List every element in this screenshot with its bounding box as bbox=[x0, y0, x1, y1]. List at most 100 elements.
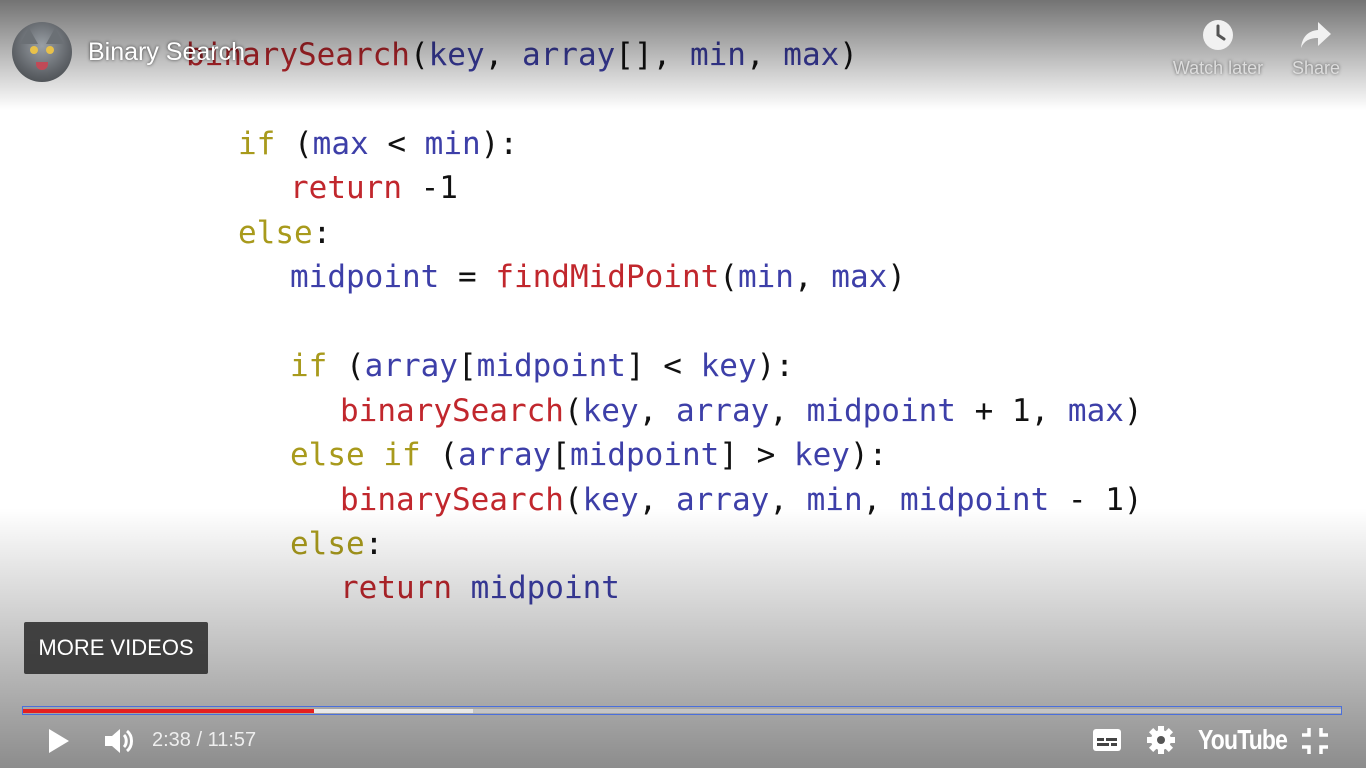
watch-later-label: Watch later bbox=[1172, 58, 1264, 78]
gear-icon bbox=[1147, 726, 1175, 754]
code-token: min bbox=[424, 126, 481, 162]
code-token: array bbox=[364, 348, 458, 384]
code-token: , bbox=[862, 482, 900, 518]
code-line: return midpoint bbox=[340, 566, 620, 610]
code-token: min bbox=[689, 37, 746, 73]
code-token: if bbox=[290, 348, 328, 384]
code-token: , bbox=[745, 37, 784, 73]
code-token: binarySearch bbox=[340, 393, 564, 429]
code-token: ( bbox=[563, 482, 583, 518]
volume-icon bbox=[105, 729, 133, 753]
video-title[interactable]: Binary Search bbox=[88, 38, 245, 67]
code-line: midpoint = findMidPoint(min, max) bbox=[290, 255, 906, 299]
code-line: binarySearch(key, array, min, midpoint -… bbox=[340, 478, 1143, 522]
youtube-logo[interactable]: YouTube bbox=[1198, 724, 1288, 756]
code-token: array bbox=[521, 37, 616, 73]
code-token: binarySearch bbox=[340, 482, 564, 518]
code-token: : bbox=[312, 215, 332, 251]
cat-eye-icon bbox=[46, 46, 54, 54]
code-token: key bbox=[793, 437, 850, 473]
code-token: ): bbox=[849, 437, 888, 473]
code-token: midpoint bbox=[569, 437, 720, 473]
code-token: if bbox=[238, 126, 276, 162]
code-token: return bbox=[340, 570, 452, 606]
subtitles-icon bbox=[1093, 729, 1121, 751]
code-token: ): bbox=[480, 126, 518, 162]
cat-eye-icon bbox=[30, 46, 38, 54]
play-icon bbox=[49, 729, 69, 753]
code-line: binarySearch(key, array, midpoint + 1, m… bbox=[340, 389, 1143, 433]
code-token: key bbox=[582, 393, 639, 429]
code-token: + 1, bbox=[955, 393, 1068, 429]
more-videos-button[interactable]: MORE VIDEOS bbox=[24, 622, 208, 674]
share-label: Share bbox=[1291, 58, 1341, 78]
code-token: < bbox=[368, 126, 425, 162]
code-token: midpoint bbox=[899, 482, 1050, 518]
code-token: : bbox=[364, 526, 384, 562]
code-token: max bbox=[783, 37, 840, 73]
code-token: midpoint bbox=[470, 570, 620, 606]
code-token: , bbox=[769, 482, 807, 518]
video-player[interactable]: binarySearch(key, array[], min, max) if (… bbox=[0, 0, 1366, 768]
volume-button[interactable] bbox=[102, 724, 136, 763]
progress-played bbox=[23, 709, 314, 713]
code-token: -1 bbox=[401, 170, 458, 206]
code-token: key bbox=[700, 348, 757, 384]
code-token: ) bbox=[1123, 393, 1143, 429]
watch-later-button[interactable]: Watch later bbox=[1168, 18, 1268, 79]
progress-bar[interactable] bbox=[22, 706, 1342, 715]
code-line: return -1 bbox=[290, 166, 458, 210]
code-token: ( bbox=[327, 348, 365, 384]
share-arrow-icon bbox=[1301, 22, 1331, 48]
code-token: array bbox=[675, 393, 770, 429]
code-token: max bbox=[1067, 393, 1124, 429]
code-token: ( bbox=[275, 126, 313, 162]
code-token: , bbox=[638, 482, 676, 518]
cat-mouth-icon bbox=[36, 62, 48, 70]
code-line: if (max < min): bbox=[238, 122, 518, 166]
cat-ear-icon bbox=[46, 28, 64, 44]
code-token: return bbox=[290, 170, 402, 206]
code-token: min bbox=[737, 259, 794, 295]
code-token: midpoint bbox=[476, 348, 626, 384]
cat-ear-icon bbox=[20, 28, 38, 44]
code-token: else if bbox=[290, 437, 421, 473]
code-token: key bbox=[428, 37, 485, 73]
code-line: else: bbox=[238, 211, 331, 255]
code-token: ] < bbox=[625, 348, 701, 384]
code-token: else bbox=[238, 215, 313, 251]
play-button[interactable] bbox=[46, 726, 72, 761]
code-token: min bbox=[806, 482, 863, 518]
code-token: , bbox=[769, 393, 807, 429]
code-token: ( bbox=[409, 37, 429, 73]
code-token: ): bbox=[756, 348, 794, 384]
code-token: ( bbox=[563, 393, 583, 429]
code-token: array bbox=[675, 482, 770, 518]
code-token: - 1) bbox=[1049, 482, 1143, 518]
code-token: , bbox=[793, 259, 832, 295]
code-line: else if (array[midpoint] > key): bbox=[290, 433, 887, 477]
exit-fullscreen-button[interactable] bbox=[1300, 726, 1330, 761]
code-token: ( bbox=[420, 437, 458, 473]
settings-button[interactable] bbox=[1146, 725, 1176, 760]
code-token: max bbox=[831, 259, 888, 295]
code-line: if (array[midpoint] < key): bbox=[290, 344, 794, 388]
channel-avatar[interactable] bbox=[12, 22, 72, 82]
exit-fullscreen-icon bbox=[1302, 728, 1328, 754]
share-button[interactable]: Share bbox=[1266, 18, 1366, 79]
time-display: 2:38 / 11:57 bbox=[152, 729, 257, 751]
code-token: else bbox=[290, 526, 365, 562]
code-token: [ bbox=[457, 348, 477, 384]
subtitles-button[interactable] bbox=[1092, 726, 1122, 759]
code-token: midpoint bbox=[806, 393, 956, 429]
code-line: else: bbox=[290, 522, 383, 566]
code-token: findMidPoint bbox=[495, 259, 720, 295]
code-token: key bbox=[582, 482, 639, 518]
code-token: ] > bbox=[719, 437, 794, 473]
code-token: [], bbox=[615, 37, 690, 73]
code-token: [ bbox=[551, 437, 570, 473]
code-line: binarySearch(key, array[], min, max) bbox=[186, 33, 858, 77]
code-token: = bbox=[439, 259, 496, 295]
clock-icon bbox=[1203, 20, 1233, 50]
